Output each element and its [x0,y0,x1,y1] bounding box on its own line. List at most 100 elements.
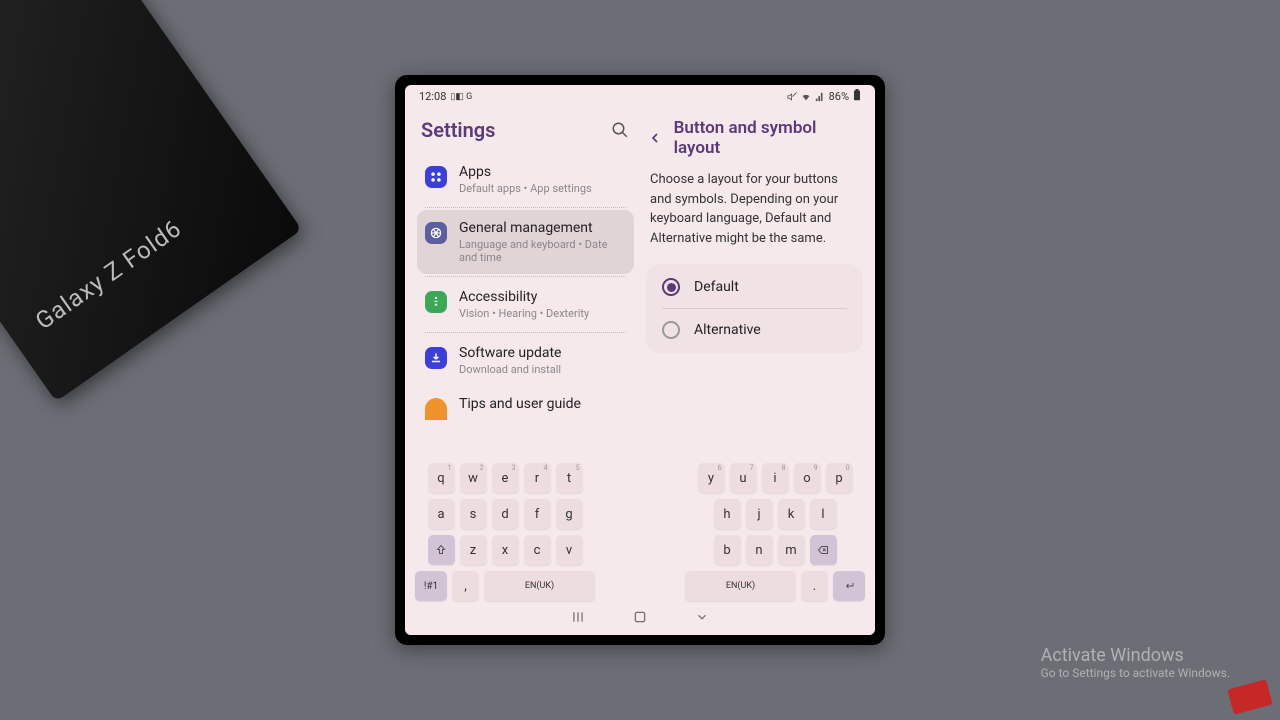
apps-icon [425,166,447,188]
key-k[interactable]: k [778,499,805,529]
back-icon[interactable] [646,129,664,147]
status-bar: 12:08 ▯◧ G 86% [405,85,875,106]
device-frame: 12:08 ▯◧ G 86% [395,75,885,645]
kb-row-2: a s d f g [415,499,595,529]
key-q[interactable]: q1 [428,463,455,493]
search-icon[interactable] [610,120,630,140]
radio-dot [667,283,676,292]
detail-description: Choose a layout for your buttons and sym… [646,170,863,264]
key-t[interactable]: t5 [556,463,583,493]
status-right: 86% [787,89,861,104]
tips-icon [425,398,447,420]
radio-circle-checked [662,278,680,296]
item-subtitle: Vision • Hearing • Dexterity [459,307,626,320]
key-i[interactable]: i8 [762,463,789,493]
key-a[interactable]: a [428,499,455,529]
kb-row-3: z x c v [415,535,595,565]
divider [425,207,626,208]
battery-icon [853,89,861,104]
settings-panel: Settings Apps Default apps • App setting… [405,106,640,457]
key-comma[interactable]: , [452,571,479,601]
item-title: Software update [459,345,626,361]
sidebar-item-software-update[interactable]: Software update Download and install [417,335,634,386]
settings-header: Settings [417,114,634,154]
accessibility-icon [425,291,447,313]
nav-home[interactable] [630,609,650,625]
status-indicators: ▯◧ G [450,92,472,102]
battery-percent: 86% [829,90,849,103]
sidebar-item-accessibility[interactable]: Accessibility Vision • Hearing • Dexteri… [417,279,634,330]
red-label-prop [1227,679,1272,714]
kb-row-3: b n m [685,535,865,565]
key-enter[interactable] [833,571,865,601]
item-subtitle: Language and keyboard • Date and time [459,238,626,264]
item-subtitle: Default apps • App settings [459,182,626,195]
keyboard: q1 w2 e3 r4 t5 a s d f g [405,457,875,635]
key-o[interactable]: o9 [794,463,821,493]
item-title: Accessibility [459,289,626,305]
divider [425,332,626,333]
mute-icon [787,92,797,102]
key-p[interactable]: p0 [826,463,853,493]
key-l[interactable]: l [810,499,837,529]
product-box-label: Galaxy Z Fold6 [30,214,186,335]
radio-option-alternative[interactable]: Alternative [648,309,861,351]
detail-header: Button and symbol layout [646,114,863,170]
key-y[interactable]: y6 [698,463,725,493]
key-x[interactable]: x [492,535,519,565]
windows-watermark: Activate Windows Go to Settings to activ… [1041,645,1230,680]
key-space-right[interactable]: EN(UK) [685,571,796,601]
main-content: Settings Apps Default apps • App setting… [405,106,875,457]
signal-icon [815,92,825,102]
status-time: 12:08 [419,90,446,103]
detail-panel: Button and symbol layout Choose a layout… [640,106,875,457]
product-box-prop: Galaxy Z Fold6 [0,0,302,402]
sidebar-item-general-management[interactable]: General management Language and keyboard… [417,210,634,274]
device-screen: 12:08 ▯◧ G 86% [405,85,875,635]
key-z[interactable]: z [460,535,487,565]
sidebar-item-apps[interactable]: Apps Default apps • App settings [417,154,634,205]
keyboard-left-half: q1 w2 e3 r4 t5 a s d f g [415,463,595,601]
nav-recents[interactable] [568,609,588,625]
kb-row-4: !#1 , EN(UK) [415,571,595,601]
key-j[interactable]: j [746,499,773,529]
key-v[interactable]: v [556,535,583,565]
kb-row-1: y6 u7 i8 o9 p0 [685,463,865,493]
detail-title: Button and symbol layout [674,118,863,158]
key-e[interactable]: e3 [492,463,519,493]
key-m[interactable]: m [778,535,805,565]
key-period[interactable]: . [801,571,828,601]
item-title: Tips and user guide [459,396,626,412]
key-s[interactable]: s [460,499,487,529]
keyboard-right-half: y6 u7 i8 o9 p0 h j k l b n [685,463,865,601]
key-g[interactable]: g [556,499,583,529]
item-title: Apps [459,164,626,180]
watermark-subtitle: Go to Settings to activate Windows. [1041,666,1230,680]
item-subtitle: Download and install [459,363,626,376]
key-n[interactable]: n [746,535,773,565]
radio-group: Default Alternative [646,264,863,353]
key-w[interactable]: w2 [460,463,487,493]
key-shift[interactable] [428,535,455,565]
update-icon [425,347,447,369]
settings-title: Settings [421,118,495,142]
key-c[interactable]: c [524,535,551,565]
key-b[interactable]: b [714,535,741,565]
kb-row-2: h j k l [685,499,865,529]
nav-back[interactable] [692,609,712,625]
key-r[interactable]: r4 [524,463,551,493]
radio-label: Alternative [694,322,761,338]
key-symbols[interactable]: !#1 [415,571,447,601]
sidebar-item-tips[interactable]: Tips and user guide [417,386,634,420]
radio-option-default[interactable]: Default [648,266,861,308]
key-backspace[interactable] [810,535,837,565]
key-f[interactable]: f [524,499,551,529]
navigation-bar [415,601,865,631]
general-icon [425,222,447,244]
status-left: 12:08 ▯◧ G [419,90,472,103]
key-space-left[interactable]: EN(UK) [484,571,595,601]
item-title: General management [459,220,626,236]
key-h[interactable]: h [714,499,741,529]
key-d[interactable]: d [492,499,519,529]
key-u[interactable]: u7 [730,463,757,493]
